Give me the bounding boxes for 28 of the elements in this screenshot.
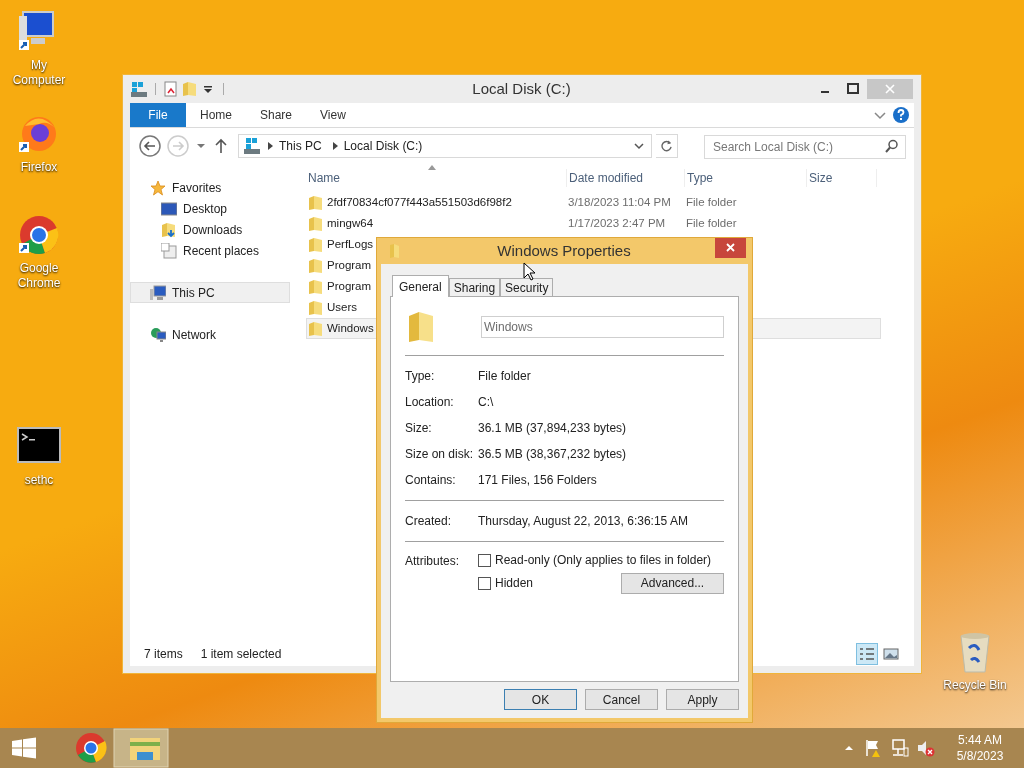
file-name: Program — [327, 278, 372, 294]
property-value: 36.1 MB (37,894,233 bytes) — [478, 420, 627, 437]
window-title: Local Disk (C:) — [471, 78, 572, 99]
property-value: 36.5 MB (38,367,232 bytes) — [478, 446, 627, 463]
file-type: File folder — [686, 195, 737, 208]
property-label: Created: — [405, 513, 453, 530]
property-label: Attributes: — [405, 553, 461, 570]
file-type: File folder — [686, 216, 737, 229]
date-modified: 3/18/2023 11:04 PM — [568, 195, 671, 208]
file-name: PerfLogs — [327, 236, 374, 252]
status-text: 1 item selected — [200, 646, 282, 663]
dialog-title: Windows Properties — [497, 242, 631, 260]
file-name: Program — [327, 257, 372, 273]
file-name: Users — [327, 299, 358, 315]
date-modified: 1/17/2023 2:47 PM — [568, 216, 666, 229]
file-name: mingw64 — [327, 215, 374, 231]
property-label: Location: — [405, 394, 455, 411]
property-label: Size: — [405, 420, 433, 437]
file-name: 2fdf70834cf077f443a551503d6f98f2 — [327, 194, 512, 210]
property-label: Type: — [405, 368, 436, 385]
property-label: Size on disk: — [405, 446, 475, 463]
status-text: 7 items — [144, 646, 183, 663]
property-value: C:\ — [478, 394, 494, 411]
property-label: Contains: — [405, 472, 457, 489]
property-value: 171 Files, 156 Folders — [478, 472, 597, 489]
property-value: Thursday, August 22, 2013, 6:36:15 AM — [478, 513, 688, 530]
property-value: File folder — [478, 368, 531, 385]
file-name: Windows — [327, 320, 374, 336]
